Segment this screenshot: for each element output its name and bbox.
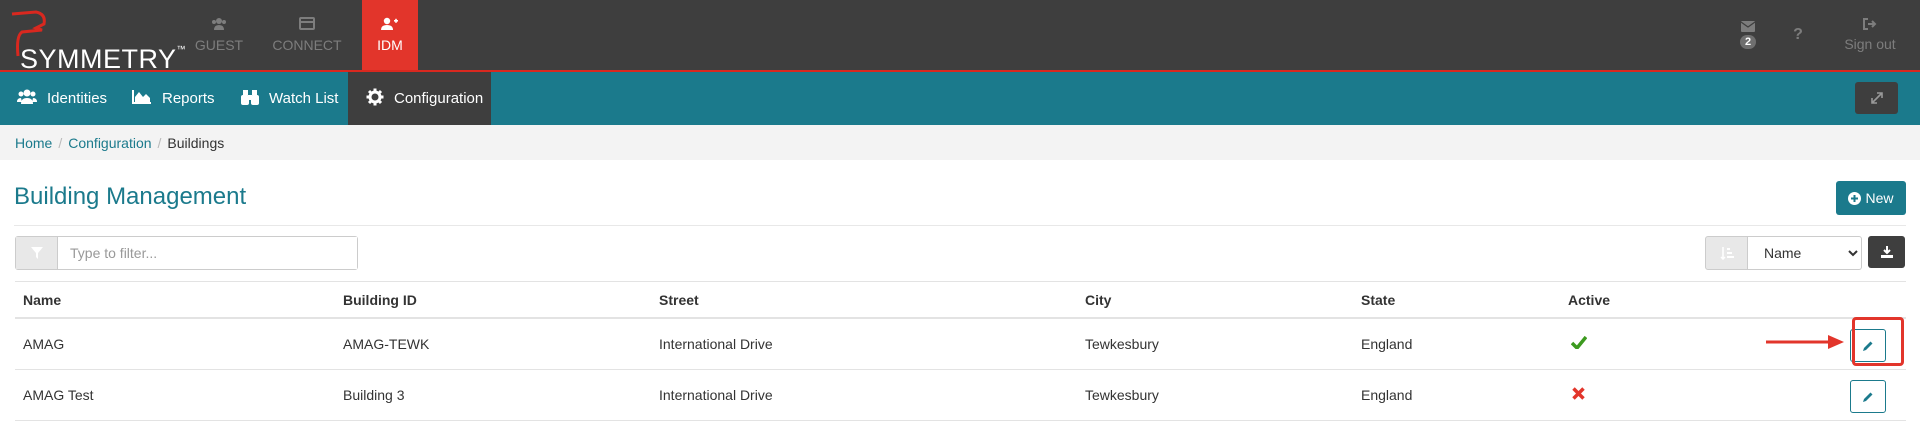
buildings-table: Name Building ID Street City State Activ…	[15, 281, 1906, 421]
nav-configuration[interactable]: Configuration	[348, 72, 491, 125]
pencil-icon	[1863, 392, 1873, 402]
breadcrumb-current: Buildings	[167, 135, 225, 151]
cell-street: International Drive	[659, 387, 773, 403]
table-header: Name Building ID Street City State Activ…	[15, 281, 1906, 319]
binoculars-icon	[241, 89, 259, 109]
app-connect[interactable]: CONNECT	[264, 0, 350, 70]
sort-icon	[1719, 247, 1734, 260]
inactive-cross-icon	[1572, 387, 1585, 403]
nav-reports-label: Reports	[162, 90, 215, 107]
app-guest-label: GUEST	[194, 37, 244, 53]
nav-configuration-label: Configuration	[394, 90, 484, 107]
nav-watch-list-label: Watch List	[269, 90, 339, 107]
app-guest[interactable]: GUEST	[180, 0, 258, 70]
nav-watch-list[interactable]: Watch List	[241, 72, 338, 125]
column-header-city[interactable]: City	[1085, 292, 1111, 308]
filter-icon	[30, 247, 43, 259]
nav-identities-label: Identities	[47, 90, 108, 107]
cell-state: England	[1361, 336, 1413, 352]
breadcrumb-bar: Home / Configuration / Buildings	[0, 125, 1920, 160]
top-right-actions: 2 ? Sign out	[1720, 0, 1920, 70]
breadcrumb-configuration[interactable]: Configuration	[68, 135, 151, 151]
annotation-arrow-icon	[1766, 335, 1844, 349]
sign-out-label: Sign out	[1844, 36, 1896, 52]
app-idm[interactable]: IDM	[362, 0, 418, 70]
top-bar: SYMMETRY™ GUEST CONNECT IDM 2 ? Sign out	[0, 0, 1920, 74]
app-connect-label: CONNECT	[272, 37, 342, 53]
cell-name: AMAG	[23, 336, 65, 352]
column-header-state[interactable]: State	[1361, 292, 1395, 308]
fullscreen-button[interactable]	[1855, 82, 1898, 114]
sign-out-button[interactable]: Sign out	[1820, 0, 1920, 70]
table-row: AMAG AMAG-TEWK International Drive Tewke…	[15, 319, 1906, 370]
cell-building-id: AMAG-TEWK	[343, 336, 430, 352]
symmetry-logo[interactable]: SYMMETRY™	[6, 6, 186, 74]
divider	[14, 225, 1906, 226]
new-button-label: New	[1865, 190, 1894, 206]
card-icon	[299, 17, 315, 31]
breadcrumb: Home / Configuration / Buildings	[15, 135, 224, 151]
edit-button[interactable]	[1850, 380, 1886, 413]
messages-button[interactable]: 2	[1720, 0, 1776, 70]
cell-city: Tewkesbury	[1085, 336, 1159, 352]
area-chart-icon	[132, 89, 152, 108]
filter-group	[15, 236, 358, 270]
plus-circle-icon	[1848, 191, 1862, 205]
app-switcher: GUEST CONNECT IDM	[180, 0, 418, 70]
cell-street: International Drive	[659, 336, 773, 352]
breadcrumb-separator: /	[157, 135, 162, 151]
cell-name: AMAG Test	[23, 387, 94, 403]
nav-identities[interactable]: Identities	[17, 72, 107, 125]
users-icon	[211, 17, 227, 31]
users-icon	[17, 89, 37, 108]
cell-city: Tewkesbury	[1085, 387, 1159, 403]
new-building-button[interactable]: New	[1836, 181, 1906, 215]
message-count-badge: 2	[1739, 35, 1757, 49]
cell-building-id: Building 3	[343, 387, 405, 403]
expand-icon	[1870, 92, 1883, 104]
column-header-active[interactable]: Active	[1568, 292, 1610, 308]
logo-text: SYMMETRY	[20, 44, 177, 74]
app-idm-label: IDM	[377, 37, 403, 53]
sign-out-icon	[1863, 18, 1877, 30]
gear-icon	[366, 88, 384, 110]
question-icon: ?	[1793, 26, 1803, 43]
sort-direction-button[interactable]	[1705, 236, 1748, 270]
sort-field-select[interactable]: Name	[1748, 236, 1862, 270]
add-user-icon	[381, 17, 399, 31]
column-header-name[interactable]: Name	[23, 292, 61, 308]
download-icon	[1880, 246, 1893, 258]
breadcrumb-home[interactable]: Home	[15, 135, 52, 151]
main-nav: Identities Reports Watch List Configurat…	[0, 72, 1920, 125]
envelope-icon	[1741, 21, 1755, 32]
page-title: Building Management	[14, 183, 247, 210]
export-button[interactable]	[1868, 236, 1905, 268]
column-header-street[interactable]: Street	[659, 292, 699, 308]
column-header-building-id[interactable]: Building ID	[343, 292, 417, 308]
sort-group: Name	[1705, 236, 1862, 270]
table-row: AMAG Test Building 3 International Drive…	[15, 370, 1906, 421]
filter-input[interactable]	[58, 237, 357, 269]
breadcrumb-separator: /	[58, 135, 63, 151]
annotation-highlight-box	[1852, 317, 1904, 366]
cell-state: England	[1361, 387, 1413, 403]
filter-button[interactable]	[16, 237, 58, 269]
help-button[interactable]: ?	[1776, 0, 1820, 70]
nav-reports[interactable]: Reports	[132, 72, 215, 125]
active-check-icon	[1570, 335, 1588, 352]
